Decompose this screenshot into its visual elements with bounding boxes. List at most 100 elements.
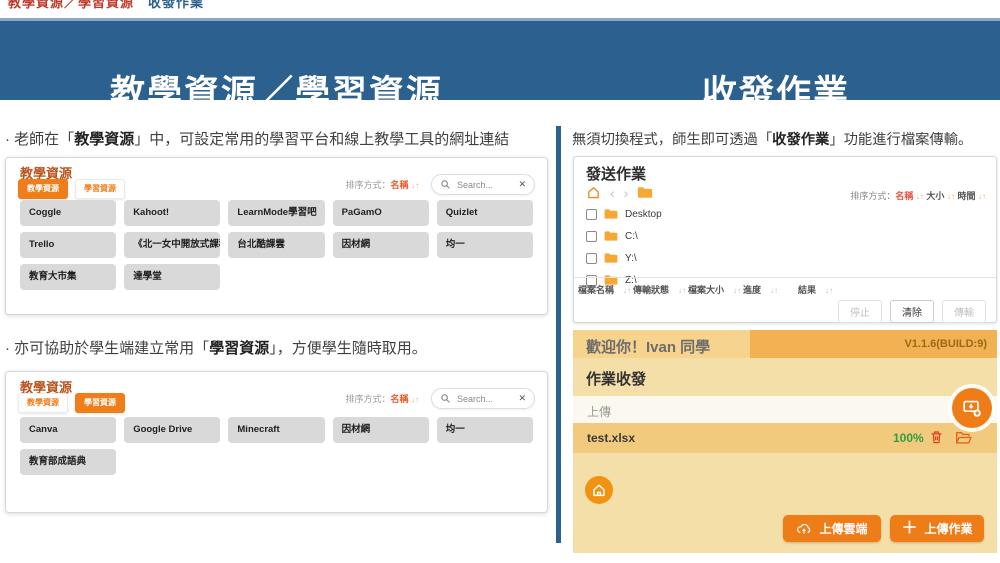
folder-icon bbox=[604, 230, 618, 242]
checkbox[interactable] bbox=[586, 231, 597, 242]
open-folder-button[interactable] bbox=[955, 430, 972, 445]
transfer-button[interactable]: 傳輸 bbox=[942, 300, 986, 323]
sort-arrows-icon[interactable]: ↓↑ bbox=[978, 192, 986, 201]
upload-to-cloud-button[interactable]: 上傳雲端 bbox=[783, 515, 881, 542]
sort-arrows-icon[interactable]: ↓↑ bbox=[411, 395, 419, 404]
drive-row-c[interactable]: C:\ bbox=[586, 225, 662, 247]
sort-arrows-icon[interactable]: ↓↑ bbox=[825, 286, 833, 295]
desc-bold: 教學資源 bbox=[74, 131, 134, 148]
sort-arrows-icon[interactable]: ↓↑ bbox=[916, 192, 924, 201]
stop-button[interactable]: 停止 bbox=[838, 300, 882, 323]
sort-arrows-icon[interactable]: ↓↑ bbox=[947, 192, 955, 201]
drive-label: C:\ bbox=[625, 231, 638, 242]
sort-arrows-icon[interactable]: ↓↑ bbox=[678, 286, 686, 295]
sort-by-size[interactable]: 大小 bbox=[926, 191, 944, 201]
resource-item[interactable]: Minecraft bbox=[228, 417, 324, 443]
resource-item[interactable]: 教育大市集 bbox=[20, 264, 116, 290]
checkbox[interactable] bbox=[586, 253, 597, 264]
resource-item[interactable]: 《北一女中開放式課程》 bbox=[124, 232, 220, 258]
resource-item[interactable]: 因材網 bbox=[333, 417, 429, 443]
resource-item[interactable]: 教育部成語典 bbox=[20, 449, 116, 475]
clear-button[interactable]: 清除 bbox=[890, 300, 934, 323]
version-label: V1.1.6(BUILD:9) bbox=[904, 338, 987, 350]
desc-bold: 收發作業 bbox=[772, 132, 829, 148]
sort-control[interactable]: 排序方式：名稱 ↓↑ bbox=[345, 392, 419, 405]
sort-control[interactable]: 排序方式：名稱 ↓↑ bbox=[345, 178, 419, 191]
search-placeholder: Search... bbox=[457, 180, 512, 190]
search-input[interactable]: Search... ✕ bbox=[431, 388, 535, 409]
checkbox[interactable] bbox=[586, 209, 597, 220]
desc-text: 無須切換程式，師生即可透過「 bbox=[572, 132, 772, 148]
resource-item[interactable]: Trello bbox=[20, 232, 116, 258]
button-label: 上傳雲端 bbox=[819, 520, 867, 537]
column-header-filename[interactable]: 檔案名稱↓↑ bbox=[578, 283, 631, 296]
home-icon bbox=[591, 482, 607, 498]
home-icon[interactable] bbox=[586, 185, 601, 200]
sort-arrows-icon[interactable]: ↓↑ bbox=[623, 286, 631, 295]
file-progress: 100% bbox=[893, 431, 924, 445]
resource-item[interactable]: Google Drive bbox=[124, 417, 220, 443]
drive-row-y[interactable]: Y:\ bbox=[586, 247, 662, 269]
sort-arrows-icon[interactable]: ↓↑ bbox=[733, 286, 741, 295]
sort-label: 排序方式： bbox=[850, 191, 895, 201]
resource-item[interactable]: 達學堂 bbox=[124, 264, 220, 290]
student-homework-app: 歡迎你！Ivan 同學 V1.1.6(BUILD:9) 作業收發 上傳 test… bbox=[573, 330, 997, 553]
search-clear-icon[interactable]: ✕ bbox=[518, 393, 526, 404]
tab-teaching-resources[interactable]: 教學資源 bbox=[18, 393, 68, 413]
resource-item[interactable]: LearnMode學習吧 bbox=[228, 200, 324, 226]
search-input[interactable]: Search... ✕ bbox=[431, 174, 535, 195]
sort-arrows-icon[interactable]: ↓↑ bbox=[411, 181, 419, 190]
clipped-top-heading: 教學資源／學習資源 收發作業 bbox=[8, 0, 204, 11]
column-header-size[interactable]: 檔案大小↓↑ bbox=[688, 283, 741, 296]
tab-learning-resources[interactable]: 學習資源 bbox=[75, 179, 125, 199]
sort-value[interactable]: 名稱 bbox=[390, 180, 408, 190]
button-label: 上傳作業 bbox=[925, 520, 973, 537]
column-header-result[interactable]: 結果↓↑ bbox=[798, 283, 833, 296]
screen-capture-upload-button[interactable] bbox=[952, 388, 992, 428]
tab-teaching-resources[interactable]: 教學資源 bbox=[18, 179, 68, 199]
sort-by-name[interactable]: 名稱 bbox=[895, 191, 913, 201]
tab-learning-resources[interactable]: 學習資源 bbox=[75, 393, 125, 413]
file-browser-toolbar: ‹ › bbox=[586, 185, 653, 200]
resource-item[interactable]: 均一 bbox=[437, 232, 533, 258]
folder-icon[interactable] bbox=[637, 186, 653, 199]
resource-item[interactable]: PaGamO bbox=[333, 200, 429, 226]
file-name: test.xlsx bbox=[587, 431, 635, 445]
clipped-heading-red: 教學資源／學習資源 bbox=[8, 0, 134, 10]
bullet: · bbox=[5, 340, 10, 357]
uploaded-file-row: test.xlsx 100% bbox=[573, 423, 997, 453]
resource-item[interactable]: Kahoot! bbox=[124, 200, 220, 226]
table-divider bbox=[574, 277, 996, 278]
back-icon[interactable]: ‹ bbox=[610, 186, 615, 200]
resource-grid: Coggle Kahoot! LearnMode學習吧 PaGamO Quizl… bbox=[20, 200, 533, 290]
drive-row-desktop[interactable]: Desktop bbox=[586, 203, 662, 225]
resource-item[interactable]: 台北酷課雲 bbox=[228, 232, 324, 258]
sort-value[interactable]: 名稱 bbox=[390, 394, 408, 404]
upload-drop-area[interactable]: 上傳 bbox=[573, 396, 997, 423]
upload-homework-button[interactable]: ＋ 上傳作業 bbox=[890, 515, 984, 542]
resource-item[interactable]: 均一 bbox=[437, 417, 533, 443]
open-folder-icon bbox=[955, 430, 972, 445]
sort-label: 排序方式： bbox=[345, 180, 390, 190]
forward-icon[interactable]: › bbox=[624, 186, 629, 200]
sort-arrows-icon[interactable]: ↓↑ bbox=[770, 286, 778, 295]
column-header-progress[interactable]: 進度↓↑ bbox=[743, 283, 778, 296]
resource-item[interactable]: Coggle bbox=[20, 200, 116, 226]
resource-item[interactable]: Canva bbox=[20, 417, 116, 443]
delete-file-button[interactable] bbox=[929, 429, 944, 445]
teaching-resources-panel: 教學資源 教學資源 學習資源 排序方式：名稱 ↓↑ Search... ✕ Co… bbox=[5, 157, 548, 315]
app-header: 歡迎你！Ivan 同學 V1.1.6(BUILD:9) bbox=[573, 330, 997, 358]
sort-bar: 排序方式：名稱 ↓↑ 大小 ↓↑ 時間 ↓↑ bbox=[850, 189, 986, 202]
trash-icon bbox=[929, 429, 944, 445]
app-home-button[interactable] bbox=[585, 476, 613, 504]
left-section-title: 教學資源／學習資源 bbox=[110, 65, 443, 116]
search-clear-icon[interactable]: ✕ bbox=[518, 179, 526, 190]
resource-item[interactable]: 因材網 bbox=[333, 232, 429, 258]
right-section-title: 收發作業 bbox=[702, 65, 850, 116]
section-title: 作業收發 bbox=[586, 368, 646, 389]
column-header-status[interactable]: 傳輸狀態↓↑ bbox=[633, 283, 686, 296]
sort-by-time[interactable]: 時間 bbox=[957, 191, 975, 201]
monitor-add-icon bbox=[961, 397, 983, 419]
resource-item[interactable]: Quizlet bbox=[437, 200, 533, 226]
student-resources-description: · 亦可協助於學生端建立常用「學習資源」，方便學生隨時取用。 bbox=[5, 337, 427, 358]
